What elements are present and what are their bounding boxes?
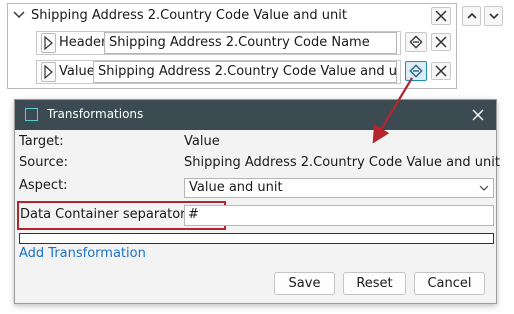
arrow-annotation	[372, 77, 413, 144]
